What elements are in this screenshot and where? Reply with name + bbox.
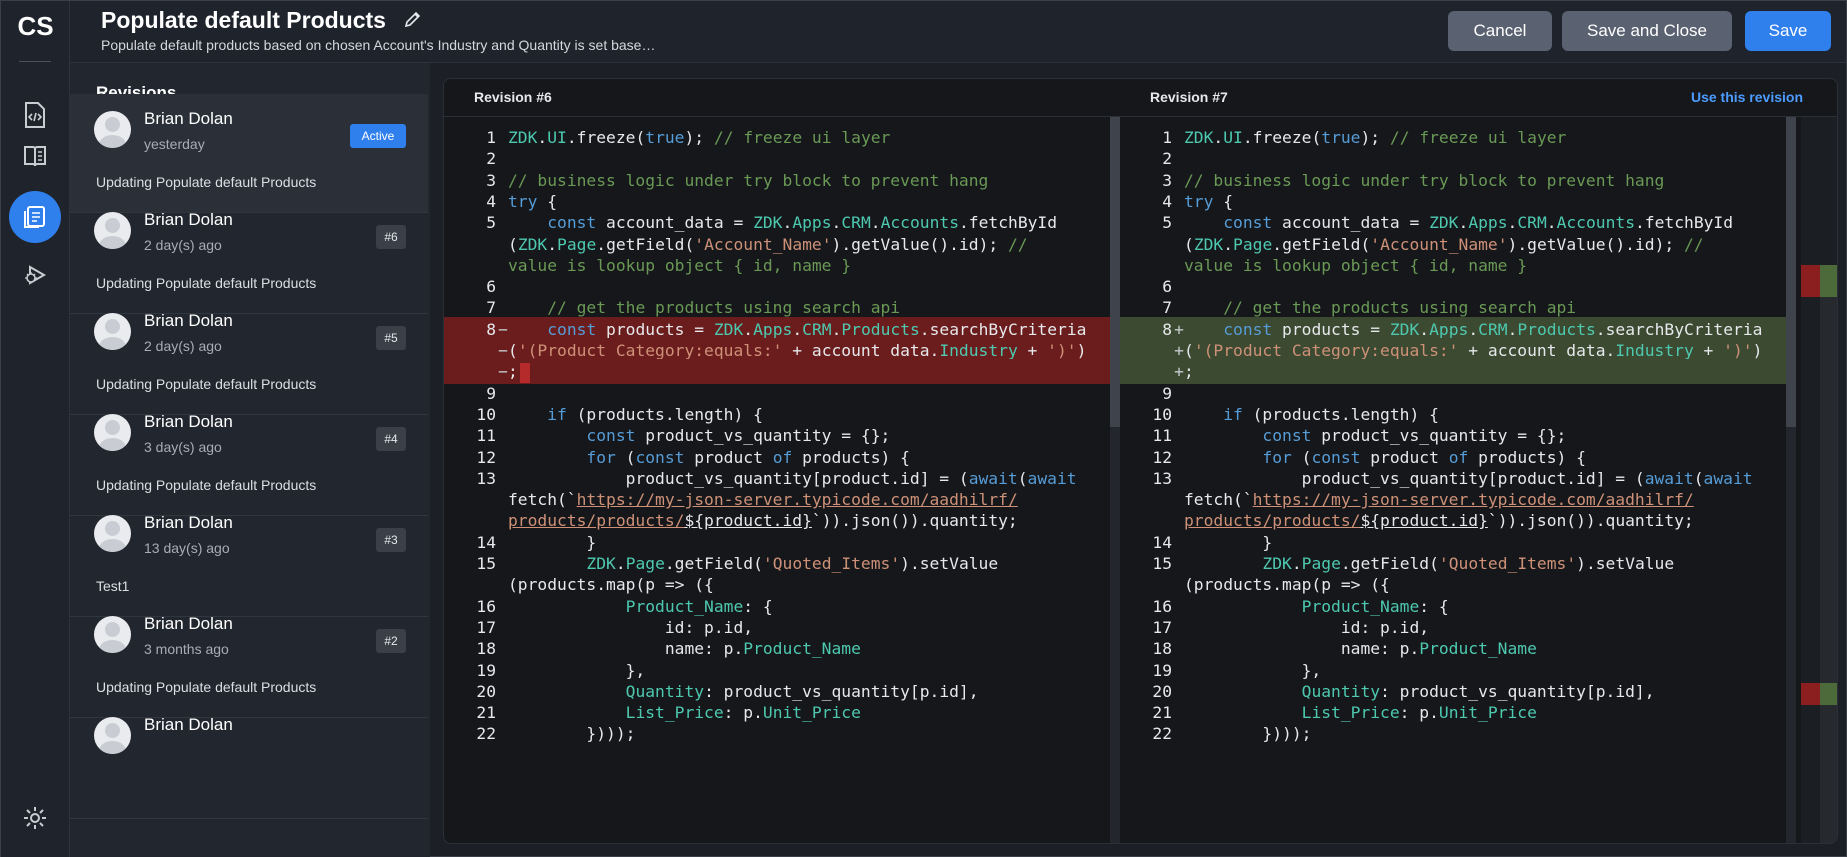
revision-badge: #5	[376, 326, 406, 350]
revision-badge: #2	[376, 629, 406, 653]
app-window: CS Populate default Products Populate de…	[0, 0, 1847, 857]
revision-badge: Active	[350, 124, 406, 148]
settings-icon[interactable]	[9, 792, 61, 844]
avatar	[94, 212, 131, 249]
revisions-sidebar: Revisions Brian Dolan yesterday Updating P…	[70, 63, 430, 857]
left-code-pane[interactable]: 1 ZDK.UI.freeze(true); // freeze ui layer…	[444, 117, 1120, 843]
revision-time: 2 day(s) ago	[144, 237, 222, 253]
revision-author: Brian Dolan	[144, 109, 233, 128]
left-scrollbar[interactable]	[1110, 117, 1120, 843]
diff-header: Revision #6 Revision #7 Use this revisio…	[444, 79, 1837, 117]
revision-description: Updating Populate default Products	[96, 376, 317, 392]
revision-author: Brian Dolan	[144, 513, 233, 532]
revision-description: Updating Populate default Products	[96, 174, 317, 190]
revision-description: Updating Populate default Products	[96, 477, 317, 493]
avatar	[94, 515, 131, 552]
revision-author: Brian Dolan	[144, 715, 233, 734]
revision-description: Updating Populate default Products	[96, 679, 317, 695]
revision-author: Brian Dolan	[144, 614, 233, 633]
right-scrollbar[interactable]	[1786, 117, 1796, 843]
revision-time: yesterday	[144, 136, 205, 152]
pencil-icon[interactable]	[403, 9, 423, 34]
page-subtitle: Populate default products based on chose…	[101, 37, 656, 53]
right-revision-label: Revision #7	[1150, 89, 1228, 105]
page-title: Populate default Products	[101, 7, 386, 33]
revision-badge: #6	[376, 225, 406, 249]
avatar	[94, 111, 131, 148]
revision-author: Brian Dolan	[144, 412, 233, 431]
left-rail: CS	[1, 1, 70, 857]
revision-time: 2 day(s) ago	[144, 338, 222, 354]
revision-time: 3 months ago	[144, 641, 229, 657]
use-this-revision-link[interactable]: Use this revision	[1691, 89, 1803, 105]
app-logo: CS	[17, 11, 54, 41]
revision-badge: #3	[376, 528, 406, 552]
avatar	[94, 414, 131, 451]
code-line: 22 })));	[476, 724, 636, 744]
diff-viewer: Revision #6 Revision #7 Use this revisio…	[443, 78, 1838, 844]
left-revision-label: Revision #6	[474, 89, 552, 105]
revision-author: Brian Dolan	[144, 311, 233, 330]
avatar	[94, 616, 131, 653]
revision-time: 3 day(s) ago	[144, 439, 222, 455]
save-button[interactable]: Save	[1745, 11, 1831, 51]
debug-icon[interactable]	[9, 249, 61, 301]
header: Populate default Products Populate defau…	[70, 1, 1846, 63]
avatar	[94, 717, 131, 754]
revision-list-item[interactable]: Brian Dolan	[70, 700, 428, 819]
divider	[19, 61, 51, 62]
book-icon[interactable]	[9, 130, 61, 182]
cancel-button[interactable]: Cancel	[1448, 11, 1552, 51]
revision-description: Test1	[96, 578, 130, 594]
revision-time: 13 day(s) ago	[144, 540, 230, 556]
avatar	[94, 313, 131, 350]
revision-description: Updating Populate default Products	[96, 275, 317, 291]
diff-overview-ruler[interactable]	[1801, 117, 1837, 843]
right-code-pane[interactable]: 1 ZDK.UI.freeze(true); // freeze ui layer…	[1120, 117, 1796, 843]
revision-author: Brian Dolan	[144, 210, 233, 229]
revision-badge: #4	[376, 427, 406, 451]
code-line: 22 })));	[1152, 724, 1312, 744]
revisions-icon[interactable]	[9, 191, 61, 243]
save-and-close-button[interactable]: Save and Close	[1562, 11, 1732, 51]
